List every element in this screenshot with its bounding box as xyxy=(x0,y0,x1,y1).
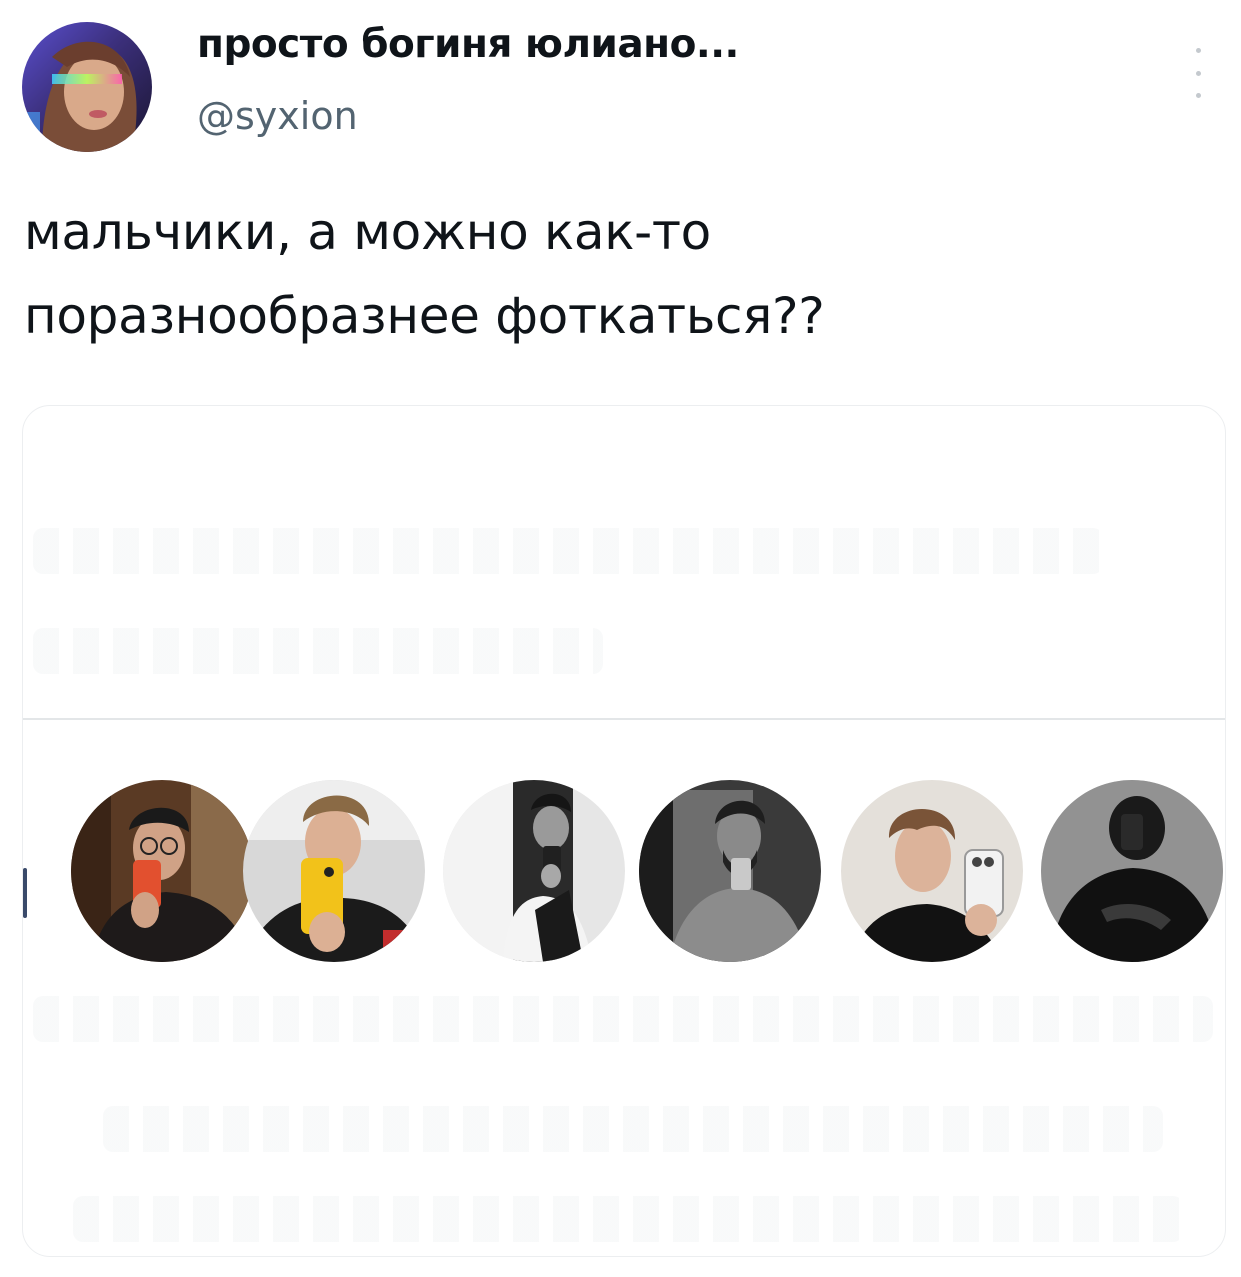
more-options-icon[interactable] xyxy=(1186,48,1210,98)
profile-photo-mirror-selfie-bw xyxy=(443,780,625,962)
user-handle[interactable]: @syxion xyxy=(197,94,358,138)
user-avatar[interactable] xyxy=(22,22,152,152)
tweet-text: мальчики, а можно как-то поразнообразнее… xyxy=(24,203,825,345)
media-divider xyxy=(23,718,1225,720)
profile-photo-mirror-selfie-dark-hood xyxy=(1041,780,1223,962)
tweet: просто богиня юлиано... @syxion мальчики… xyxy=(0,0,1241,1277)
more-dot xyxy=(1195,48,1201,53)
more-dot xyxy=(1195,70,1201,76)
profile-photo-selfie-white-phone xyxy=(841,780,1023,962)
profile-photo-mirror-selfie-yellow-phone xyxy=(243,780,425,962)
tweet-media-image[interactable] xyxy=(22,405,1226,1257)
profile-photo-mirror-selfie-red-phone xyxy=(71,780,253,962)
more-dot xyxy=(1195,93,1201,98)
profile-photo-mirror-selfie-shirtless xyxy=(639,780,821,962)
profile-photo-row xyxy=(23,780,1225,964)
avatar-photo-icon xyxy=(22,22,152,152)
display-name[interactable]: просто богиня юлиано... xyxy=(197,22,739,67)
